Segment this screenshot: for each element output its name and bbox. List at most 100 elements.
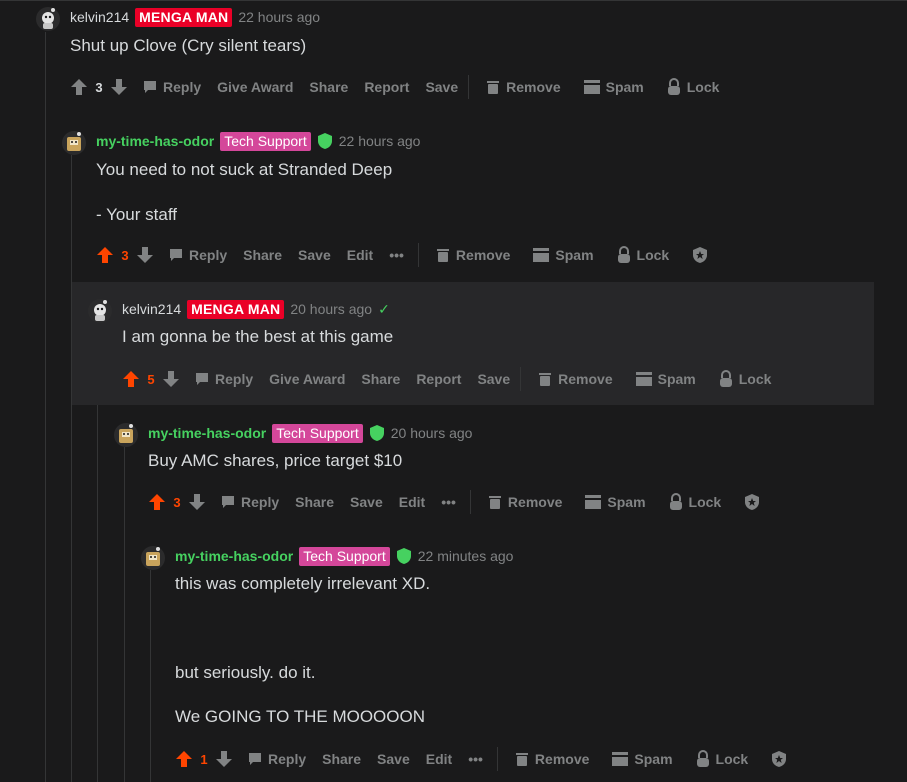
save-button[interactable]: Save (377, 751, 410, 767)
reply-button[interactable]: Reply (142, 79, 201, 95)
thread-line[interactable] (45, 32, 46, 782)
comment-bubble-icon (247, 751, 263, 767)
timestamp[interactable]: 22 hours ago (238, 9, 320, 25)
lock-button[interactable]: Lock (668, 493, 722, 511)
actions-divider (469, 490, 471, 514)
vote-score: 3 (121, 247, 129, 263)
spam-button[interactable]: Spam (635, 371, 696, 387)
lock-button[interactable]: Lock (695, 750, 748, 768)
trash-icon (485, 79, 501, 95)
give-award-label: Give Award (217, 79, 294, 95)
avatar-icon[interactable] (88, 299, 112, 323)
vote-controls: 3 (70, 78, 128, 96)
mod-shield-button[interactable] (743, 493, 761, 511)
lock-label: Lock (688, 494, 722, 510)
save-button[interactable]: Save (425, 79, 458, 95)
upvote-arrow-icon[interactable] (122, 370, 140, 388)
share-button[interactable]: Share (295, 494, 334, 510)
save-button[interactable]: Save (350, 494, 383, 510)
reply-button[interactable]: Reply (247, 751, 306, 767)
username-link[interactable]: my-time-has-odor (148, 425, 266, 441)
avatar-icon[interactable] (114, 423, 138, 447)
username-link[interactable]: kelvin214 (122, 301, 181, 317)
report-button[interactable]: Report (416, 371, 461, 387)
reply-button[interactable]: Reply (194, 371, 253, 387)
comment-body: You need to not suck at Stranded Deep - … (96, 160, 392, 225)
reply-button[interactable]: Reply (220, 494, 279, 510)
save-label: Save (425, 79, 459, 95)
moderator-shield-icon (369, 424, 385, 442)
remove-label: Remove (506, 79, 561, 95)
downvote-arrow-icon[interactable] (162, 370, 180, 388)
upvote-arrow-icon[interactable] (96, 246, 114, 264)
save-label: Save (350, 494, 383, 510)
mod-shield-button[interactable] (691, 246, 709, 264)
downvote-arrow-icon[interactable] (215, 750, 233, 768)
edit-button[interactable]: Edit (426, 751, 452, 767)
spam-button[interactable]: Spam (611, 751, 673, 767)
spam-label: Spam (657, 371, 696, 387)
more-options-button[interactable]: ••• (441, 494, 456, 510)
remove-button[interactable]: Remove (435, 247, 510, 263)
mod-shield-button[interactable] (770, 750, 788, 768)
lock-button[interactable]: Lock (616, 246, 669, 264)
actions-divider (468, 75, 470, 99)
downvote-arrow-icon[interactable] (136, 246, 154, 264)
more-options-button[interactable]: ••• (389, 247, 404, 263)
edit-button[interactable]: Edit (399, 494, 425, 510)
username-link[interactable]: kelvin214 (70, 9, 129, 25)
remove-button[interactable]: Remove (485, 79, 561, 95)
edit-button[interactable]: Edit (347, 247, 373, 263)
avatar-icon[interactable] (62, 131, 86, 155)
vote-controls: 3 (148, 493, 206, 511)
more-options-button[interactable]: ••• (468, 751, 483, 767)
username-link[interactable]: my-time-has-odor (175, 548, 293, 564)
give-award-button[interactable]: Give Award (217, 79, 293, 95)
lock-button[interactable]: Lock (718, 370, 772, 388)
upvote-arrow-icon[interactable] (175, 750, 193, 768)
actions-divider (417, 243, 419, 267)
avatar-icon[interactable] (141, 546, 165, 570)
spam-button[interactable]: Spam (583, 79, 644, 95)
remove-button[interactable]: Remove (514, 751, 589, 767)
timestamp[interactable]: 22 minutes ago (418, 548, 514, 564)
remove-button[interactable]: Remove (537, 371, 613, 387)
remove-label: Remove (455, 247, 511, 263)
comment-body: this was completely irrelevant XD. but s… (175, 574, 430, 727)
upvote-arrow-icon[interactable] (70, 78, 88, 96)
reply-button[interactable]: Reply (168, 247, 227, 263)
spam-button[interactable]: Spam (532, 247, 594, 263)
share-button[interactable]: Share (322, 751, 361, 767)
comment-body: Buy AMC shares, price target $10 (148, 451, 402, 471)
share-button[interactable]: Share (243, 247, 282, 263)
username-link[interactable]: my-time-has-odor (96, 133, 214, 149)
report-button[interactable]: Report (364, 79, 409, 95)
share-button[interactable]: Share (309, 79, 348, 95)
comment-text: Shut up Clove (Cry silent tears) (70, 36, 307, 55)
save-button[interactable]: Save (477, 371, 510, 387)
share-label: Share (322, 751, 362, 767)
comment: my-time-has-odor Tech Support 20 hours a… (114, 423, 894, 523)
downvote-arrow-icon[interactable] (110, 78, 128, 96)
comment-body: Shut up Clove (Cry silent tears) (70, 36, 306, 56)
comment-actions: 3 Reply Share Save Edit ••• Remove Spam … (96, 243, 709, 267)
timestamp[interactable]: 20 hours ago (290, 301, 372, 317)
save-button[interactable]: Save (298, 247, 331, 263)
lock-button[interactable]: Lock (666, 78, 719, 96)
upvote-arrow-icon[interactable] (148, 493, 166, 511)
timestamp[interactable]: 20 hours ago (391, 425, 473, 441)
remove-label: Remove (558, 371, 613, 387)
remove-button[interactable]: Remove (487, 494, 562, 510)
avatar-icon[interactable] (36, 7, 60, 31)
timestamp[interactable]: 22 hours ago (339, 133, 421, 149)
vote-controls: 3 (96, 246, 154, 264)
share-button[interactable]: Share (361, 371, 400, 387)
report-label: Report (416, 371, 462, 387)
give-award-button[interactable]: Give Award (269, 371, 345, 387)
downvote-arrow-icon[interactable] (188, 493, 206, 511)
lock-label: Lock (738, 371, 772, 387)
spam-button[interactable]: Spam (584, 494, 646, 510)
comment-actions: 5 Reply Give Award Share Report Save Rem… (122, 367, 787, 391)
more-options-label: ••• (441, 494, 456, 510)
spam-tray-icon (584, 494, 602, 510)
